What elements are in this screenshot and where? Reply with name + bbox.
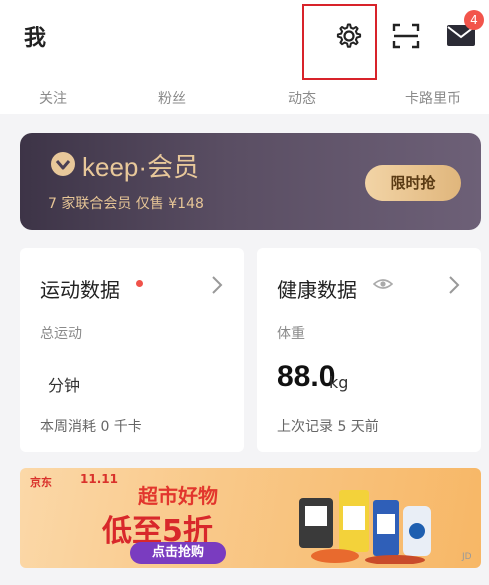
promo-banner[interactable]: 京东 11.11 超市好物 低至5折 点击抢购 JD [20, 468, 481, 568]
chevron-right-icon[interactable] [210, 274, 224, 296]
page-title: 我 [24, 26, 47, 51]
membership-subtitle: 7 家联合会员 仅售 ¥148 [48, 196, 204, 212]
top-bar: 我 4 [0, 0, 489, 80]
stat-calorie-coins[interactable]: 卡路里币 [405, 88, 461, 108]
sports-data-title: 运动数据 [40, 278, 120, 302]
membership-brand: keep·会员 [82, 152, 200, 182]
mail-badge: 4 [464, 10, 484, 30]
weight-label: 体重 [277, 326, 305, 342]
exercise-unit: 分钟 [48, 376, 81, 395]
new-dot-indicator [136, 280, 143, 287]
event-label: 11.11 [80, 472, 118, 486]
stat-followers[interactable]: 粉丝 [158, 88, 186, 108]
keep-logo-icon [51, 152, 75, 176]
chevron-right-icon[interactable] [447, 274, 461, 296]
health-data-title: 健康数据 [277, 278, 357, 302]
stat-posts[interactable]: 动态 [288, 88, 316, 108]
health-data-card[interactable]: 健康数据 体重 88.0 kg 上次记录 5 天前 [257, 248, 481, 452]
stat-following[interactable]: 关注 [39, 88, 67, 108]
total-exercise-label: 总运动 [40, 326, 82, 342]
sports-data-card[interactable]: 运动数据 总运动 分钟 本周消耗 0 千卡 [20, 248, 244, 452]
buy-now-button[interactable]: 点击抢购 [130, 542, 226, 564]
stats-row: 关注 粉丝 动态 卡路里币 [0, 80, 489, 114]
jd-label: 京东 [30, 476, 52, 489]
eye-icon[interactable] [373, 276, 393, 292]
jd-corner-label: JD [462, 552, 472, 562]
product-image [299, 490, 431, 564]
banner-subtitle: 超市好物 [138, 484, 218, 508]
weekly-calories: 本周消耗 0 千卡 [40, 419, 142, 435]
weight-value: 88.0 [277, 360, 336, 393]
last-record: 上次记录 5 天前 [277, 419, 379, 435]
limited-offer-button[interactable]: 限时抢 [365, 165, 461, 201]
settings-highlight-box [302, 4, 377, 80]
scan-icon[interactable] [391, 21, 421, 51]
weight-unit: kg [329, 373, 349, 392]
membership-card[interactable]: keep·会员 7 家联合会员 仅售 ¥148 限时抢 [20, 133, 481, 230]
